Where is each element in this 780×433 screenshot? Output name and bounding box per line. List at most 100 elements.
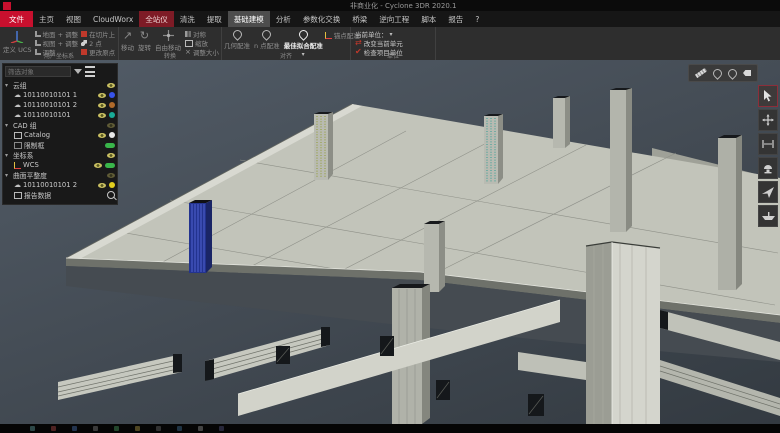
free-move-icon — [163, 30, 174, 41]
axis-icon — [10, 30, 24, 43]
visibility-eye-icon[interactable] — [107, 83, 115, 88]
measure-distance-button[interactable] — [758, 133, 778, 155]
tree-item-coordinate-systems[interactable]: ▾ 坐标系 — [5, 150, 115, 160]
taskbar-app-icon[interactable] — [72, 426, 77, 431]
tree-item-cloud-2[interactable]: ☁ 10110010101 2 — [14, 100, 115, 110]
color-dot — [109, 112, 115, 118]
angle-measure-icon[interactable] — [726, 67, 739, 80]
tree-item-surface-flatness[interactable]: ▾ 曲面平整度 — [5, 170, 115, 180]
ucs-ground-adjust-button[interactable]: 地面 + 调整 — [35, 30, 79, 38]
point-measure-icon[interactable] — [711, 67, 724, 80]
tab-home[interactable]: 主页 — [33, 11, 60, 27]
taskbar-app-icon[interactable] — [135, 426, 140, 431]
tree-item-catalog[interactable]: Catalog — [14, 130, 115, 140]
measure-icon[interactable] — [695, 68, 707, 78]
scale-button[interactable]: 缩放 — [185, 39, 219, 47]
filter-funnel-icon[interactable] — [74, 69, 82, 74]
visibility-eye-icon[interactable] — [98, 93, 106, 98]
expander-icon[interactable]: ▾ — [5, 122, 11, 129]
ucs-view-adjust-button[interactable]: 视图 + 调整 — [35, 39, 79, 47]
ground-adjust-icon — [35, 31, 41, 37]
panel-menu-icon[interactable] — [85, 66, 95, 77]
tree-label: 曲面平整度 — [13, 170, 47, 180]
taskbar-app-icon[interactable] — [177, 426, 182, 431]
taskbar-app-icon[interactable] — [51, 426, 56, 431]
walk-tool-button[interactable] — [758, 205, 778, 227]
taskbar-app-icon[interactable] — [219, 426, 224, 431]
fly-icon — [762, 187, 774, 198]
tab-view[interactable]: 视图 — [60, 11, 87, 27]
tab-parametric[interactable]: 参数化交换 — [297, 11, 347, 27]
change-current-unit-button[interactable]: ⇄ 改变当前单元 — [355, 39, 435, 47]
tree-item-flatness-cloud[interactable]: ☁ 10110010101 2 — [14, 180, 115, 190]
magnifier-icon[interactable] — [107, 191, 115, 199]
visibility-eye-icon[interactable] — [107, 153, 115, 158]
title-bar: 非商业化 - Cyclone 3DR 2020.1 — [0, 0, 780, 11]
tab-base-modeling[interactable]: 基础建模 — [228, 11, 270, 27]
app-window: { "window": { "title": "非商业化 - Cyclone 3… — [0, 0, 780, 433]
taskbar-app-icon[interactable] — [198, 426, 203, 431]
taskbar-app-icon[interactable] — [114, 426, 119, 431]
visibility-eye-icon[interactable] — [98, 113, 106, 118]
tree-item-cad-group[interactable]: ▾ CAD 组 — [5, 120, 115, 130]
tab-total-station[interactable]: 全站仪 — [139, 11, 174, 27]
toggle-on-icon[interactable] — [105, 143, 115, 148]
tree-label: 报告数据 — [24, 190, 51, 200]
tree-label: 坐标系 — [13, 150, 33, 160]
taskbar-app-icon[interactable] — [30, 426, 35, 431]
tab-cloudworx[interactable]: CloudWorx — [87, 11, 139, 27]
visibility-eye-icon[interactable] — [107, 123, 115, 128]
mirror-icon — [185, 31, 191, 37]
orbit-tool-button[interactable] — [758, 157, 778, 179]
viewport-3d[interactable]: ▾ 云组 ☁ 10110010101 1 ☁ 10110010101 2 ☁ 1… — [0, 60, 780, 424]
taskbar-app-icon[interactable] — [93, 426, 98, 431]
current-unit-dropdown[interactable]: 当前单位： ▾ — [355, 30, 435, 38]
ribbon-group-label: 单位 — [351, 51, 435, 60]
tree-item-clouds-group[interactable]: ▾ 云组 — [5, 80, 115, 90]
expander-icon[interactable]: ▾ — [5, 82, 11, 89]
tab-script[interactable]: 脚本 — [415, 11, 442, 27]
tree-item-cloud-3[interactable]: ☁ 10110010101 — [14, 110, 115, 120]
ribbon: 定义 UCS 地面 + 调整 视图 + 调整 调整 在切片上 2 — [0, 27, 780, 61]
tab-file[interactable]: 文件 — [0, 11, 33, 27]
ucs-two-point-button[interactable]: 2 点 — [81, 39, 115, 47]
walk-icon — [762, 212, 775, 221]
expander-icon[interactable]: ▾ — [5, 172, 11, 179]
select-cursor-icon — [763, 90, 773, 102]
expander-icon[interactable]: ▾ — [5, 152, 11, 159]
tree-label: 10110010101 — [23, 111, 71, 119]
orbit-icon — [762, 163, 774, 174]
tree-item-wcs[interactable]: WCS — [14, 160, 115, 170]
visibility-eye-icon[interactable] — [107, 173, 115, 178]
color-dot — [109, 182, 115, 188]
visibility-eye-icon[interactable] — [98, 103, 106, 108]
tree-item-report-data[interactable]: 报告数据 — [14, 190, 115, 200]
visibility-eye-icon[interactable] — [98, 133, 106, 138]
ribbon-group-label: 对齐 — [222, 51, 350, 60]
tree-item-limit-box[interactable]: 限制框 — [14, 140, 115, 150]
color-dot — [109, 132, 115, 138]
visibility-eye-icon[interactable] — [98, 183, 106, 188]
fly-tool-button[interactable] — [758, 181, 778, 203]
mirror-button[interactable]: 对称 — [185, 30, 219, 38]
tree-label: 云组 — [13, 80, 27, 90]
tab-bridge[interactable]: 桥梁 — [346, 11, 373, 27]
tab-reverse-eng[interactable]: 逆向工程 — [373, 11, 415, 27]
pan-tool-button[interactable] — [758, 109, 778, 131]
filter-input[interactable] — [5, 66, 71, 77]
tab-report[interactable]: 报告 — [442, 11, 469, 27]
ucs-on-slice-button[interactable]: 在切片上 — [81, 30, 115, 38]
best-fit-registration-icon — [297, 28, 310, 41]
tab-clean[interactable]: 清洗 — [174, 11, 201, 27]
tree-item-cloud-1[interactable]: ☁ 10110010101 1 — [14, 90, 115, 100]
select-tool-button[interactable] — [758, 85, 778, 107]
visibility-eye-icon[interactable] — [94, 163, 102, 168]
view-adjust-icon — [35, 40, 41, 46]
tab-help[interactable]: ? — [469, 11, 485, 27]
tab-extract[interactable]: 提取 — [201, 11, 228, 27]
best-fit-registration-label: 最佳拟合配准 — [284, 40, 323, 50]
tag-icon[interactable] — [743, 70, 751, 76]
tab-analysis[interactable]: 分析 — [270, 11, 297, 27]
taskbar-app-icon[interactable] — [156, 426, 161, 431]
toggle-on-icon[interactable] — [105, 163, 115, 168]
